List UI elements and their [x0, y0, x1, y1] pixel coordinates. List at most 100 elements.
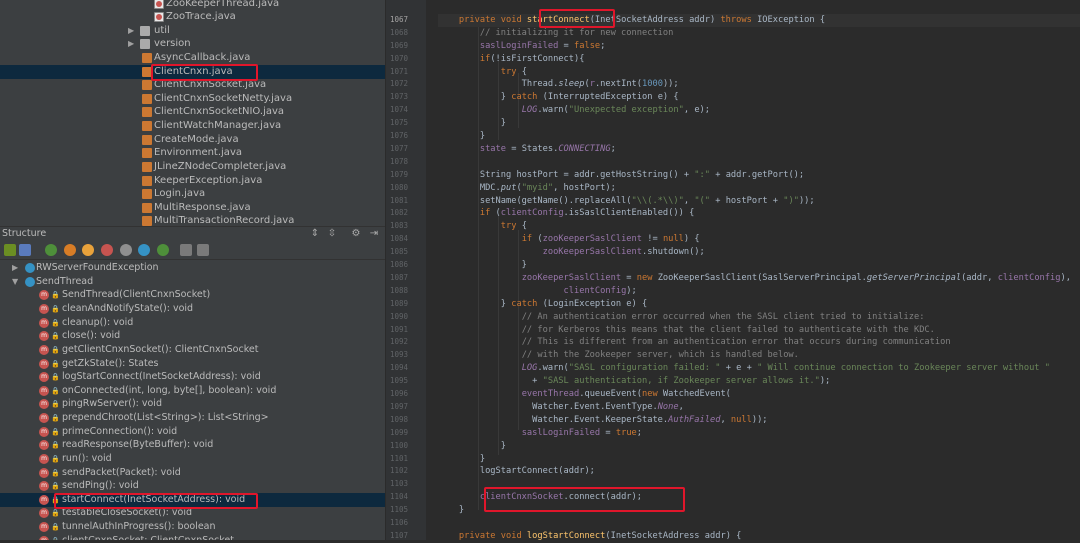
structure-class-item[interactable]: ▼ SendThread — [0, 275, 385, 289]
tree-item[interactable]: KeeperException.java — [0, 174, 385, 188]
code-line[interactable]: LOG.warn("Unexpected exception", e); — [438, 104, 710, 117]
structure-method-item[interactable]: m 🔒 prependChroot(List<String>): List<Stri… — [0, 411, 385, 425]
code-line[interactable]: } catch (InterruptedException e) { — [438, 91, 679, 104]
line-number: 1074 — [389, 105, 408, 115]
code-line[interactable]: LOG.warn("SASL configuration failed: " +… — [438, 362, 1050, 375]
tree-item[interactable]: AsyncCallback.java — [0, 51, 385, 65]
show-fields-icon[interactable] — [64, 244, 76, 256]
tree-item[interactable]: Login.java — [0, 187, 385, 201]
structure-method-item[interactable]: m 🔒 readResponse(ByteBuffer): void — [0, 438, 385, 452]
code-line[interactable]: if(!isFirstConnect){ — [438, 53, 585, 66]
structure-method-label: sendPacket(Packet): void — [62, 467, 181, 478]
structure-class-item[interactable]: ▶ RWServerFoundException — [0, 261, 385, 275]
code-line[interactable]: // An authentication error occurred when… — [438, 311, 925, 324]
code-line[interactable]: saslLoginFailed = true; — [438, 427, 642, 440]
show-anonymous-icon[interactable] — [120, 244, 132, 256]
structure-method-item[interactable]: m 🔒 getClientCnxnSocket(): ClientCnxnSocke… — [0, 343, 385, 357]
structure-method-item[interactable]: m 🔒 cleanAndNotifyState(): void — [0, 302, 385, 316]
show-non-public-icon[interactable] — [82, 244, 94, 256]
structure-method-item[interactable]: m 🔒 sendPacket(Packet): void — [0, 466, 385, 480]
code-line[interactable]: Watcher.Event.EventType.None, — [438, 401, 684, 414]
code-line[interactable]: + "SASL authentication, if Zookeeper ser… — [438, 375, 830, 388]
code-line[interactable]: if (zooKeeperSaslClient != null) { — [438, 233, 700, 246]
structure-method-item[interactable]: m 🔒 getZkState(): States — [0, 357, 385, 371]
tree-item-label: Login.java — [154, 188, 206, 199]
code-line[interactable]: clientConfig); — [438, 285, 637, 298]
tree-item[interactable]: ▶ util — [0, 24, 385, 38]
code-line[interactable]: if (clientConfig.isSaslClientEnabled()) … — [438, 207, 694, 220]
structure-method-item[interactable]: m 🔒 run(): void — [0, 452, 385, 466]
code-line[interactable]: MDC.put("myid", hostPort); — [438, 182, 616, 195]
structure-method-item[interactable]: m 🔒 close(): void — [0, 329, 385, 343]
code-line[interactable]: } catch (LoginException e) { — [438, 298, 647, 311]
tree-item[interactable]: JLineZNodeCompleter.java — [0, 160, 385, 174]
autoscroll-to-source-icon[interactable] — [180, 244, 192, 256]
expand-arrow-icon[interactable]: ▶ — [128, 24, 134, 38]
code-line[interactable]: Watcher.Event.KeeperState.AuthFailed, nu… — [438, 414, 767, 427]
code-line[interactable]: eventThread.queueEvent(new WatchedEvent( — [438, 388, 731, 401]
tree-item[interactable]: ClientWatchManager.java — [0, 119, 385, 133]
code-line[interactable]: private void startConnect(InetSocketAddr… — [438, 13, 1080, 27]
code-line[interactable]: private void logStartConnect(InetSocketA… — [438, 530, 741, 540]
code-line[interactable]: } — [438, 130, 485, 143]
structure-method-item[interactable]: m 🔒 sendPing(): void — [0, 479, 385, 493]
structure-method-item[interactable]: m🔒clientCnxnSocket: ClientCnxnSocket — [0, 534, 385, 540]
code-line[interactable]: } — [438, 440, 506, 453]
code-line[interactable]: zooKeeperSaslClient = new ZooKeeperSaslC… — [438, 272, 1071, 285]
code-line[interactable]: } — [438, 453, 485, 466]
code-line[interactable]: Thread.sleep(r.nextInt(1000)); — [438, 78, 679, 91]
structure-method-item[interactable]: m 🔒 onConnected(int, long, byte[], boolean… — [0, 384, 385, 398]
tree-item[interactable]: CreateMode.java — [0, 133, 385, 147]
structure-method-item[interactable]: m 🔒 logStartConnect(InetSocketAddress): vo… — [0, 370, 385, 384]
structure-method-item[interactable]: m 🔒 pingRwServer(): void — [0, 397, 385, 411]
tree-item[interactable]: ▶ version — [0, 37, 385, 51]
code-line[interactable]: saslLoginFailed = false; — [438, 40, 606, 53]
expand-all-icon[interactable]: ⇕ — [309, 228, 321, 240]
line-number: 1068 — [389, 27, 408, 37]
code-line[interactable]: // This is different from an authenticat… — [438, 336, 951, 349]
line-number: 1092 — [389, 337, 408, 347]
code-editor[interactable]: private void startConnect(InetSocketAddr… — [426, 0, 1080, 540]
structure-method-item[interactable]: m 🔒 cleanup(): void — [0, 316, 385, 330]
show-lambdas-icon[interactable] — [101, 244, 113, 256]
code-line[interactable]: zooKeeperSaslClient.shutdown(); — [438, 246, 705, 259]
highlight-box-clientcnxn — [151, 64, 258, 81]
code-line[interactable]: state = States.CONNECTING; — [438, 143, 616, 156]
code-line[interactable]: logStartConnect(addr); — [438, 465, 595, 478]
collapse-all-icon[interactable]: ⇳ — [326, 228, 338, 240]
line-number: 1084 — [389, 234, 408, 244]
sort-alpha-icon[interactable] — [19, 244, 31, 256]
code-line[interactable]: try { — [438, 220, 527, 233]
code-line[interactable]: try { — [438, 66, 527, 79]
tree-item[interactable]: ZooKeeperThread.java — [0, 0, 385, 11]
code-line[interactable]: // for Kerberos this means that the clie… — [438, 324, 935, 337]
tree-item[interactable]: ZooTrace.java — [0, 10, 385, 24]
code-line[interactable]: // initializing it for new connection — [438, 27, 674, 40]
chevron-right-icon[interactable]: ▶ — [12, 261, 18, 275]
show-inherited-icon[interactable] — [45, 244, 57, 256]
tree-item[interactable]: ClientCnxnSocketNIO.java — [0, 105, 385, 119]
code-line[interactable]: } — [438, 504, 464, 517]
show-properties-icon[interactable] — [138, 244, 150, 256]
line-number: 1103 — [389, 479, 408, 489]
tree-item[interactable]: Environment.java — [0, 146, 385, 160]
chevron-down-icon[interactable]: ▼ — [12, 275, 18, 289]
sort-visibility-icon[interactable] — [4, 244, 16, 256]
structure-method-item[interactable]: m 🔒 tunnelAuthInProgress(): boolean — [0, 520, 385, 534]
code-line[interactable]: } — [438, 259, 527, 272]
structure-method-item[interactable]: m 🔒 primeConnection(): void — [0, 425, 385, 439]
code-line[interactable]: } — [438, 117, 506, 130]
gear-icon[interactable]: ⚙ — [350, 228, 362, 240]
code-line[interactable]: String hostPort = addr.getHostString() +… — [438, 169, 804, 182]
java-file-icon — [142, 107, 152, 117]
tree-item[interactable]: MultiResponse.java — [0, 201, 385, 215]
autoscroll-from-source-icon[interactable] — [197, 244, 209, 256]
structure-method-item[interactable]: m 🔒 SendThread(ClientCnxnSocket) — [0, 288, 385, 302]
show-classes-icon[interactable] — [157, 244, 169, 256]
expand-arrow-icon[interactable]: ▶ — [128, 37, 134, 51]
code-line[interactable]: // with the Zookeeper server, which is h… — [438, 349, 799, 362]
tree-item[interactable]: ClientCnxnSocketNetty.java — [0, 92, 385, 106]
line-number: 1075 — [389, 118, 408, 128]
hide-icon[interactable]: ⇥ — [368, 228, 380, 240]
code-line[interactable]: setName(getName().replaceAll("\\(.*\\)",… — [438, 195, 815, 208]
